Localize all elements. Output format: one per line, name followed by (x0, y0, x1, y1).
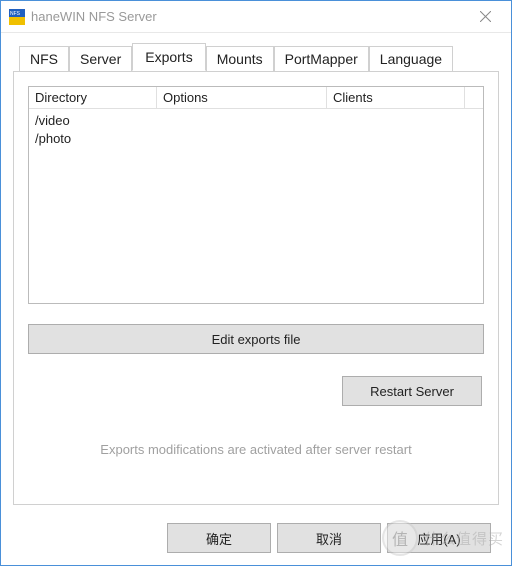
close-button[interactable] (463, 2, 507, 32)
ok-button[interactable]: 确定 (167, 523, 271, 553)
app-window: NFS haneWIN NFS Server NFS Server Export… (0, 0, 512, 566)
cell-options (157, 129, 327, 147)
dialog-button-row: 确定 取消 应用(A) (13, 511, 499, 553)
tab-bar: NFS Server Exports Mounts PortMapper Lan… (13, 45, 499, 71)
status-message: Exports modifications are activated afte… (28, 442, 484, 457)
restart-server-button[interactable]: Restart Server (342, 376, 482, 406)
tab-portmapper[interactable]: PortMapper (274, 46, 369, 71)
window-title: haneWIN NFS Server (31, 9, 463, 24)
exports-listview[interactable]: Directory Options Clients /video /photo (28, 86, 484, 304)
close-icon (480, 11, 491, 22)
client-area: NFS Server Exports Mounts PortMapper Lan… (1, 33, 511, 565)
cell-directory: /photo (29, 129, 157, 147)
column-header-spacer (465, 87, 483, 108)
tab-content-exports: Directory Options Clients /video /photo (13, 71, 499, 505)
listview-body: /video /photo (29, 109, 483, 303)
column-header-options[interactable]: Options (157, 87, 327, 108)
tab-mounts[interactable]: Mounts (206, 46, 274, 71)
tab-language[interactable]: Language (369, 46, 453, 71)
tab-exports[interactable]: Exports (132, 43, 205, 71)
tab-server[interactable]: Server (69, 46, 132, 71)
listview-header: Directory Options Clients (29, 87, 483, 109)
app-icon: NFS (9, 9, 25, 25)
cancel-button[interactable]: 取消 (277, 523, 381, 553)
column-header-directory[interactable]: Directory (29, 87, 157, 108)
cell-directory: /video (29, 111, 157, 129)
cell-clients (327, 129, 483, 147)
svg-text:NFS: NFS (10, 11, 21, 17)
apply-button[interactable]: 应用(A) (387, 523, 491, 553)
cell-options (157, 111, 327, 129)
tab-nfs[interactable]: NFS (19, 46, 69, 71)
list-item[interactable]: /video (29, 111, 483, 129)
cell-clients (327, 111, 483, 129)
edit-exports-button[interactable]: Edit exports file (28, 324, 484, 354)
column-header-clients[interactable]: Clients (327, 87, 465, 108)
titlebar: NFS haneWIN NFS Server (1, 1, 511, 33)
list-item[interactable]: /photo (29, 129, 483, 147)
